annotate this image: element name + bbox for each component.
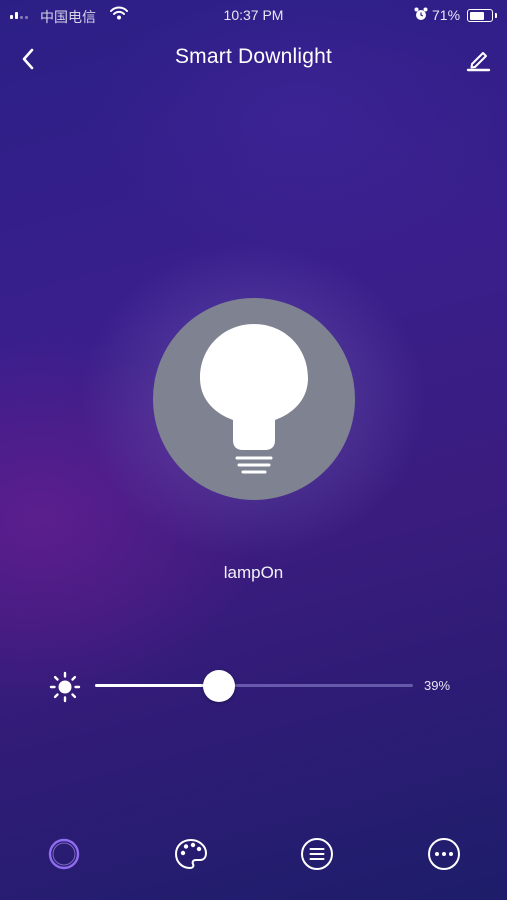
brightness-slider[interactable] [95,670,413,702]
nav-bar: Smart Downlight [0,36,507,80]
palette-icon [174,838,208,870]
lamp-status-label: lampOn [223,563,284,582]
slider-track-fill [95,684,220,687]
slider-thumb[interactable] [203,670,236,702]
tab-scenes[interactable] [299,836,335,872]
status-time: 10:37 PM [223,7,284,23]
lamp-toggle-button[interactable] [153,298,355,500]
sun-icon [49,671,81,708]
edit-button[interactable] [463,44,493,74]
more-icon [428,838,460,870]
battery-icon [467,9,497,22]
tab-white-light[interactable] [46,836,82,872]
battery-percent: 71% [432,7,461,23]
tab-color[interactable] [173,836,209,872]
status-bar: 中国电信 10:37 PM 71% [0,0,507,30]
page-title: Smart Downlight [174,45,333,68]
lightbulb-icon [200,324,308,474]
list-icon [301,838,333,870]
alarm-icon [414,7,428,24]
pencil-icon [466,52,491,72]
tab-more[interactable] [426,836,462,872]
ring-icon [48,838,80,870]
brightness-value: 39% [424,678,451,693]
bottom-tab-bar [0,830,507,880]
